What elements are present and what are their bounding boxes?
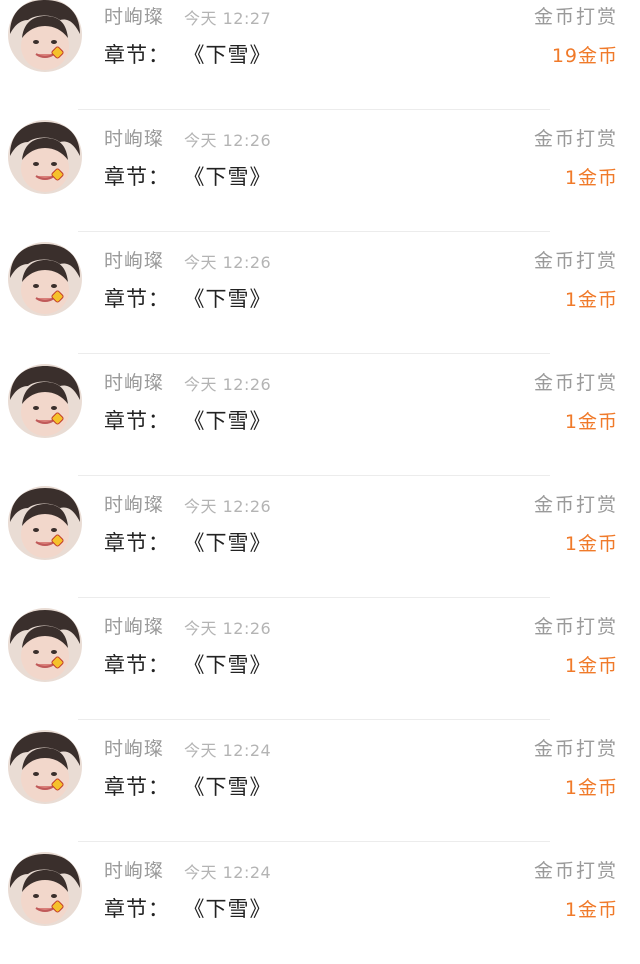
chapter-title[interactable]: 《下雪》 — [194, 165, 272, 189]
user-name: 时峋璨 — [104, 6, 165, 28]
chapter-info: 章节： 《下雪》 — [104, 893, 272, 923]
reward-time: 今天 12:26 — [184, 253, 272, 272]
chapter-info: 章节： 《下雪》 — [104, 527, 272, 557]
reward-time: 今天 12:24 — [184, 863, 272, 882]
chapter-title[interactable]: 《下雪》 — [194, 897, 272, 921]
user-name: 时峋璨 — [104, 128, 165, 150]
chapter-title[interactable]: 《下雪》 — [194, 653, 272, 677]
user-avatar-icon[interactable] — [8, 730, 82, 804]
chapter-label: 章节： — [104, 165, 170, 189]
user-avatar-icon[interactable] — [8, 120, 82, 194]
chapter-info: 章节： 《下雪》 — [104, 161, 272, 191]
user-name: 时峋璨 — [104, 250, 165, 272]
user-avatar-icon[interactable] — [8, 852, 82, 926]
reward-list-item[interactable]: 时峋璨 今天 12:26 金币打赏 章节： 《下雪》 1金币 — [0, 476, 640, 598]
reward-amount: 1金币 — [564, 167, 618, 189]
reward-time: 今天 12:26 — [184, 375, 272, 394]
reward-amount: 1金币 — [564, 289, 618, 311]
user-name: 时峋璨 — [104, 494, 165, 516]
reward-type-label: 金币打赏 — [533, 6, 618, 28]
reward-type-label: 金币打赏 — [533, 250, 618, 272]
chapter-title[interactable]: 《下雪》 — [194, 409, 272, 433]
chapter-info: 章节： 《下雪》 — [104, 771, 272, 801]
chapter-info: 章节： 《下雪》 — [104, 283, 272, 313]
reward-amount: 19金币 — [551, 45, 618, 67]
reward-list-item[interactable]: 时峋璨 今天 12:26 金币打赏 章节： 《下雪》 1金币 — [0, 598, 640, 720]
reward-time: 今天 12:26 — [184, 619, 272, 638]
reward-list-item[interactable]: 时峋璨 今天 12:26 金币打赏 章节： 《下雪》 1金币 — [0, 110, 640, 232]
reward-type-label: 金币打赏 — [533, 372, 618, 394]
chapter-info: 章节： 《下雪》 — [104, 39, 272, 69]
reward-amount: 1金币 — [564, 411, 618, 433]
reward-list-item[interactable]: 时峋璨 今天 12:27 金币打赏 章节： 《下雪》 19金币 — [0, 0, 640, 110]
chapter-label: 章节： — [104, 775, 170, 799]
reward-list-item[interactable]: 时峋璨 今天 12:24 金币打赏 章节： 《下雪》 1金币 — [0, 720, 640, 842]
reward-amount: 1金币 — [564, 655, 618, 677]
reward-list-item[interactable]: 时峋璨 今天 12:24 金币打赏 章节： 《下雪》 1金币 — [0, 842, 640, 964]
user-avatar-icon[interactable] — [8, 608, 82, 682]
chapter-title[interactable]: 《下雪》 — [194, 43, 272, 67]
reward-time: 今天 12:26 — [184, 131, 272, 150]
reward-time: 今天 12:27 — [184, 9, 272, 28]
reward-type-label: 金币打赏 — [533, 616, 618, 638]
user-avatar-icon[interactable] — [8, 0, 82, 72]
chapter-label: 章节： — [104, 409, 170, 433]
reward-type-label: 金币打赏 — [533, 860, 618, 882]
chapter-label: 章节： — [104, 287, 170, 311]
user-avatar-icon[interactable] — [8, 364, 82, 438]
user-name: 时峋璨 — [104, 372, 165, 394]
chapter-title[interactable]: 《下雪》 — [194, 775, 272, 799]
chapter-title[interactable]: 《下雪》 — [194, 287, 272, 311]
reward-amount: 1金币 — [564, 533, 618, 555]
reward-list: 时峋璨 今天 12:27 金币打赏 章节： 《下雪》 19金币 时峋璨 今天 12… — [0, 0, 640, 964]
reward-list-item[interactable]: 时峋璨 今天 12:26 金币打赏 章节： 《下雪》 1金币 — [0, 354, 640, 476]
reward-type-label: 金币打赏 — [533, 738, 618, 760]
reward-amount: 1金币 — [564, 777, 618, 799]
chapter-info: 章节： 《下雪》 — [104, 405, 272, 435]
chapter-label: 章节： — [104, 897, 170, 921]
user-avatar-icon[interactable] — [8, 486, 82, 560]
reward-type-label: 金币打赏 — [533, 128, 618, 150]
chapter-info: 章节： 《下雪》 — [104, 649, 272, 679]
chapter-label: 章节： — [104, 531, 170, 555]
user-name: 时峋璨 — [104, 616, 165, 638]
user-name: 时峋璨 — [104, 860, 165, 882]
reward-type-label: 金币打赏 — [533, 494, 618, 516]
reward-time: 今天 12:24 — [184, 741, 272, 760]
reward-amount: 1金币 — [564, 899, 618, 921]
chapter-label: 章节： — [104, 653, 170, 677]
reward-time: 今天 12:26 — [184, 497, 272, 516]
user-name: 时峋璨 — [104, 738, 165, 760]
user-avatar-icon[interactable] — [8, 242, 82, 316]
chapter-label: 章节： — [104, 43, 170, 67]
reward-list-item[interactable]: 时峋璨 今天 12:26 金币打赏 章节： 《下雪》 1金币 — [0, 232, 640, 354]
chapter-title[interactable]: 《下雪》 — [194, 531, 272, 555]
